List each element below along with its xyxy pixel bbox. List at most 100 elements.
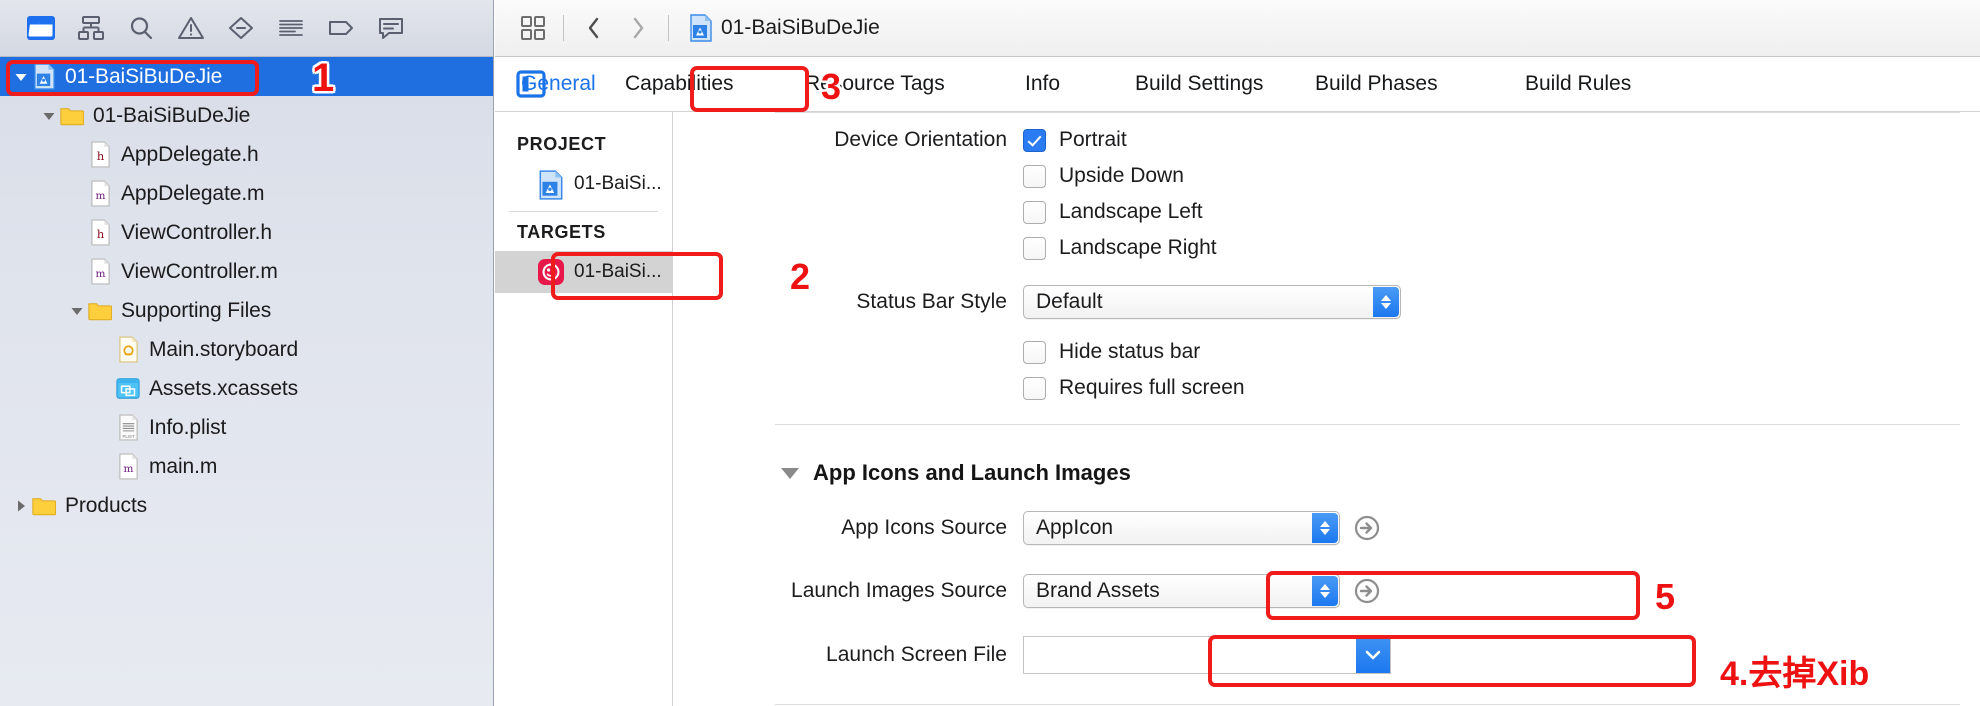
related-items-icon[interactable] <box>511 10 555 46</box>
status-bar-style-select[interactable]: Default <box>1023 285 1401 319</box>
tab-info[interactable]: Info <box>1025 72 1060 96</box>
tree-row-label: Assets.xcassets <box>149 376 299 400</box>
tree-row[interactable]: 01-BaiSiBuDeJie <box>0 96 493 135</box>
launch-images-source-value: Brand Assets <box>1036 579 1160 602</box>
label-upside-down: Upside Down <box>1059 164 1184 187</box>
project-file-tree[interactable]: 01-BaiSiBuDeJie 01-BaiSiBuDeJie h AppDeleg… <box>0 57 493 706</box>
editor-area: 01-BaiSiBuDeJie General Capabilities Resou… <box>495 0 1980 706</box>
xcode-window: 01-BaiSiBuDeJie 01-BaiSiBuDeJie h AppDeleg… <box>0 0 1980 706</box>
status-bar-style-value: Default <box>1036 290 1103 313</box>
hierarchy-icon[interactable] <box>68 11 114 45</box>
go-to-assets-arrow-icon[interactable] <box>1354 515 1380 541</box>
status-bar-style-label: Status Bar Style <box>856 290 1007 313</box>
tree-row[interactable]: m ViewController.m <box>0 252 493 291</box>
tree-row[interactable]: m AppDelegate.m <box>0 174 493 213</box>
section-separator-mid <box>775 424 1960 425</box>
tree-row[interactable]: h AppDelegate.h <box>0 135 493 174</box>
tree-row[interactable]: m main.m <box>0 447 493 486</box>
disclosure-triangle-icon[interactable] <box>66 300 88 322</box>
app-icons-source-value: AppIcon <box>1036 516 1114 539</box>
launch-screen-file-row: Launch Screen File <box>673 636 1391 674</box>
checkbox-landscape-left[interactable] <box>1023 200 1046 224</box>
search-icon[interactable] <box>118 11 164 45</box>
status-bar-style-row: Status Bar Style Default <box>673 284 1401 320</box>
project-item-row[interactable]: 01-BaiSi... <box>495 163 672 205</box>
tree-row[interactable]: Assets.xcassets <box>0 369 493 408</box>
header-file-icon: h <box>88 141 112 168</box>
tab-build-phases[interactable]: Build Phases <box>1315 72 1438 96</box>
go-to-launch-images-arrow-icon[interactable] <box>1354 578 1380 604</box>
header-file-icon: h <box>88 219 112 246</box>
tab-resource-tags[interactable]: Resource Tags <box>805 72 945 96</box>
chevron-down-icon[interactable] <box>781 467 799 479</box>
warning-triangle-icon[interactable] <box>168 11 214 45</box>
launch-images-source-select[interactable]: Brand Assets <box>1023 574 1340 608</box>
label-landscape-right: Landscape Right <box>1059 236 1217 259</box>
checkbox-requires-full-screen[interactable] <box>1023 376 1046 400</box>
disclosure-triangle-icon[interactable] <box>10 66 32 88</box>
tab-build-rules[interactable]: Build Rules <box>1525 72 1631 96</box>
target-inspector-split: PROJECT 01-BaiSi... TARGETS 01-BaiSi... … <box>495 112 1980 706</box>
tree-row-label: main.m <box>149 454 218 478</box>
checkbox-landscape-right[interactable] <box>1023 236 1046 260</box>
tree-row[interactable]: Supporting Files <box>0 291 493 330</box>
section-separator-bottom <box>775 704 1960 705</box>
chevron-left-icon[interactable] <box>572 10 616 46</box>
checkbox-upside-down[interactable] <box>1023 164 1046 188</box>
report-bubble-icon[interactable] <box>368 11 414 45</box>
app-target-icon <box>537 258 565 286</box>
stepper-icon[interactable] <box>1312 513 1338 543</box>
xcode-project-icon <box>689 14 713 42</box>
chevron-down-icon[interactable] <box>1356 637 1390 673</box>
tree-row[interactable]: 01-BaiSiBuDeJie <box>0 57 493 96</box>
tab-build-settings[interactable]: Build Settings <box>1135 72 1263 96</box>
target-editor-tabbar: General Capabilities Resource Tags Info Buil… <box>495 57 1980 112</box>
stepper-icon[interactable] <box>1312 576 1338 606</box>
app-icons-section-header[interactable]: App Icons and Launch Images <box>781 460 1131 486</box>
chevron-right-icon[interactable] <box>616 10 660 46</box>
navigator-toolbar <box>0 0 493 57</box>
tree-row-label: Supporting Files <box>121 298 272 322</box>
tree-row-label: Products <box>65 493 148 517</box>
checkbox-portrait[interactable] <box>1023 128 1046 152</box>
app-icons-source-select[interactable]: AppIcon <box>1023 511 1340 545</box>
tree-row-label: 01-BaiSiBuDeJie <box>93 103 251 127</box>
toolbar-divider-2 <box>668 15 669 41</box>
folder-yellow-icon <box>88 298 112 324</box>
app-icons-section-title: App Icons and Launch Images <box>813 460 1131 485</box>
debug-list-icon[interactable] <box>268 11 314 45</box>
tag-icon[interactable] <box>318 11 364 45</box>
app-icons-source-row: App Icons Source AppIcon <box>673 510 1380 546</box>
folder-icon[interactable] <box>18 11 64 45</box>
folder-yellow-icon <box>32 493 56 519</box>
tab-general[interactable]: General <box>521 72 596 96</box>
tree-row-label: Main.storyboard <box>149 337 299 361</box>
tree-row[interactable]: PLIST Info.plist <box>0 408 493 447</box>
disclosure-triangle-icon[interactable] <box>10 495 32 517</box>
tab-capabilities[interactable]: Capabilities <box>625 72 734 96</box>
project-target-list[interactable]: PROJECT 01-BaiSi... TARGETS 01-BaiSi... <box>495 112 673 706</box>
tree-row-label: AppDelegate.m <box>121 181 265 205</box>
tree-row-label: 01-BaiSiBuDeJie <box>65 64 223 88</box>
device-orientation-row-landscape-right: Landscape Right <box>1023 230 1217 266</box>
tree-row-label: ViewController.m <box>121 259 278 283</box>
device-orientation-row-landscape-left: Landscape Left <box>1023 194 1203 230</box>
breadcrumb[interactable]: 01-BaiSiBuDeJie <box>689 14 880 42</box>
tree-row[interactable]: h ViewController.h <box>0 213 493 252</box>
launch-screen-file-label: Launch Screen File <box>826 643 1007 666</box>
project-navigator-panel: 01-BaiSiBuDeJie 01-BaiSiBuDeJie h AppDeleg… <box>0 0 494 706</box>
targets-section-header: TARGETS <box>517 222 606 242</box>
stepper-icon[interactable] <box>1373 287 1399 317</box>
test-diamond-icon[interactable] <box>218 11 264 45</box>
storyboard-icon <box>116 336 140 363</box>
disclosure-triangle-icon[interactable] <box>38 105 60 127</box>
svg-text:m: m <box>95 190 105 202</box>
tree-row[interactable]: Main.storyboard <box>0 330 493 369</box>
target-item-row[interactable]: 01-BaiSi... <box>495 251 672 293</box>
toolbar-divider-1 <box>563 15 564 41</box>
tree-row[interactable]: Products <box>0 486 493 525</box>
launch-screen-file-combobox[interactable] <box>1023 636 1391 674</box>
checkbox-hide-status-bar[interactable] <box>1023 340 1046 364</box>
